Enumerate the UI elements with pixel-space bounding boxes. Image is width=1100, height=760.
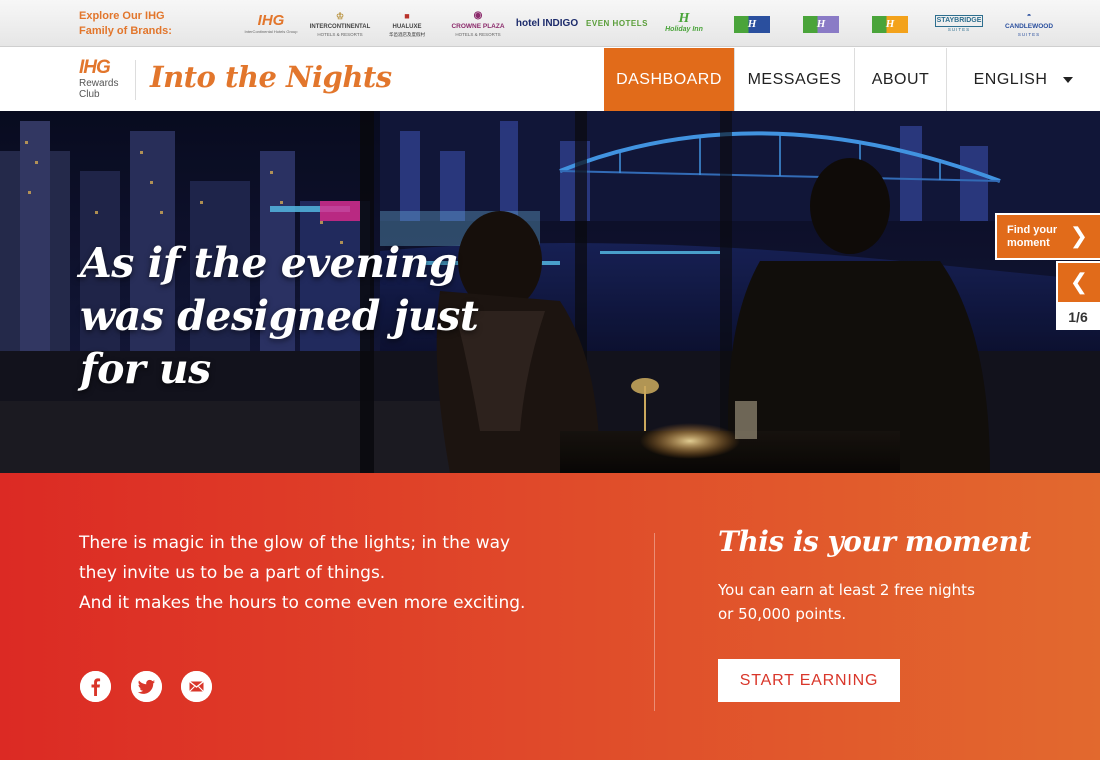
logo-divider	[135, 60, 136, 100]
ihg-rewards-club-logo[interactable]: IHG Rewards Club	[79, 58, 127, 102]
nav-messages[interactable]: MESSAGES	[734, 48, 854, 111]
chevron-left-icon: ❮	[1069, 270, 1089, 295]
facebook-share-button[interactable]	[80, 671, 111, 702]
moment-title: This is your moment	[718, 525, 1031, 558]
brand-logo-hualuxe[interactable]: ■ HUALUXE 华邑酒店及度假村	[383, 8, 431, 40]
brand-logo-even-hotels[interactable]: EVEN HOTELS	[586, 8, 647, 40]
holiday-inn-club-icon: H	[872, 15, 908, 33]
brand-logo-hotel-indigo[interactable]: hotel INDIGO	[516, 8, 578, 40]
email-share-button[interactable]	[181, 671, 212, 702]
brand-logo-candlewood[interactable]: ◓ CANDLEWOOD SUITES	[1005, 8, 1053, 40]
holiday-inn-resort-icon: H	[803, 15, 839, 33]
moment-description: You can earn at least 2 free nights or 5…	[718, 581, 975, 623]
hero-headline: As if the evening was designed just for …	[80, 239, 479, 393]
hero-slider: As if the evening was designed just for …	[0, 111, 1100, 473]
twitter-share-button[interactable]	[131, 671, 162, 702]
brand-logo-holiday-inn[interactable]: H Holiday Inn	[662, 8, 706, 40]
nav-about[interactable]: ABOUT	[854, 48, 946, 111]
intro-panel: There is magic in the glow of the lights…	[0, 473, 1100, 760]
intro-text: There is magic in the glow of the lights…	[79, 533, 526, 613]
crowne-plaza-emblem-icon: ◉	[473, 10, 483, 21]
email-icon	[181, 671, 212, 702]
holiday-inn-express-icon: H	[734, 15, 770, 33]
find-your-moment-button[interactable]: Find your moment ❯	[995, 213, 1100, 260]
nav-dashboard[interactable]: DASHBOARD	[604, 48, 734, 111]
twitter-icon	[131, 671, 162, 702]
brand-logo-ihg[interactable]: IHG InterContinental Hotels Group	[245, 8, 298, 40]
brand-logo-staybridge[interactable]: STAYBRIDGE SUITES	[934, 8, 984, 40]
holiday-inn-h-icon: H	[678, 11, 690, 26]
chevron-right-icon: ❯	[1069, 224, 1088, 249]
brand-logo-holiday-inn-express[interactable]: H	[733, 8, 771, 40]
brand-logo-holiday-inn-club[interactable]: H	[871, 8, 909, 40]
brand-logo-holiday-inn-resort[interactable]: H	[802, 8, 840, 40]
brand-logo-crowne-plaza[interactable]: ◉ CROWNE PLAZA HOTELS & RESORTS	[449, 8, 507, 40]
hualuxe-seal-icon: ■	[404, 11, 410, 21]
start-earning-button[interactable]: START EARNING	[718, 659, 900, 702]
site-header: IHG Rewards Club Into the Nights DASHBOA…	[0, 48, 1100, 111]
panel-divider	[654, 533, 655, 711]
slide-counter: 1/6	[1056, 304, 1100, 330]
brand-bar: Explore Our IHG Family of Brands: IHG In…	[0, 0, 1100, 47]
site-title: Into the Nights	[150, 60, 392, 94]
language-selector[interactable]: ENGLISH	[946, 48, 1100, 111]
intercontinental-crest-icon: ♔	[335, 11, 345, 21]
brand-logo-intercontinental[interactable]: ♔ INTERCONTINENTAL HOTELS & RESORTS	[310, 8, 371, 40]
previous-slide-button[interactable]: ❮	[1056, 261, 1100, 304]
facebook-icon	[80, 671, 111, 702]
explore-brands-label: Explore Our IHG Family of Brands:	[79, 10, 172, 37]
candlewood-flame-icon: ◓	[1026, 11, 1032, 20]
chevron-down-icon	[1063, 76, 1074, 83]
